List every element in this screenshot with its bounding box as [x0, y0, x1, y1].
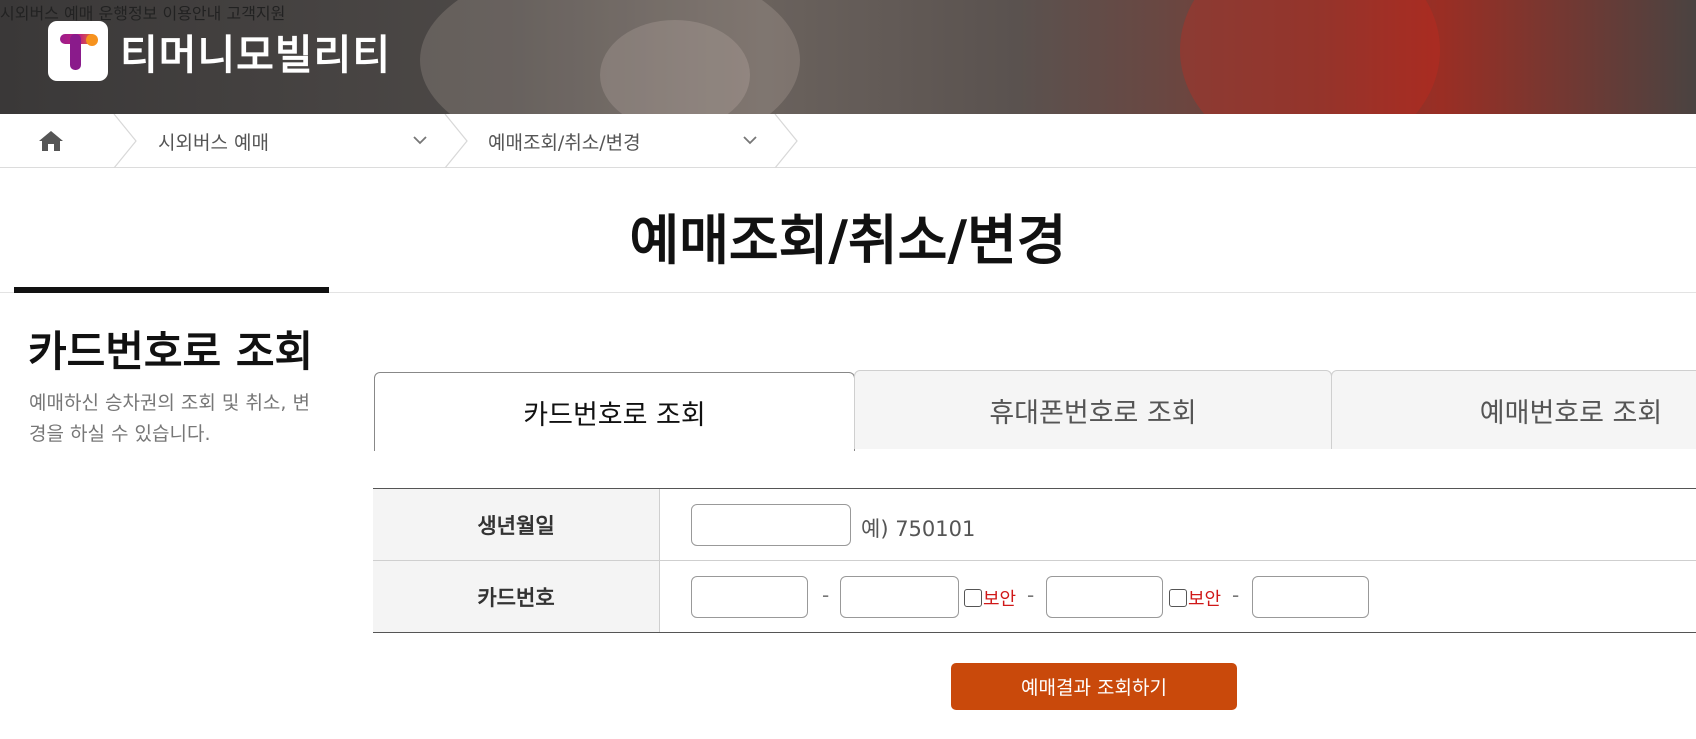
form-row-card: 카드번호 - 보안 - 보안 -	[373, 561, 1696, 633]
home-icon[interactable]	[38, 130, 64, 152]
card-number-dash: -	[1232, 583, 1240, 607]
tab-phone-number[interactable]: 휴대폰번호로 조회	[854, 370, 1332, 449]
security-checkbox[interactable]	[964, 589, 982, 607]
breadcrumb-label: 예매조회/취소/변경	[488, 131, 641, 154]
inquiry-form: 생년월일 예) 750101 카드번호 - 보안 - 보안 -	[373, 488, 1696, 633]
birth-label: 생년월일	[373, 489, 660, 560]
breadcrumb-separator-icon	[774, 114, 798, 168]
tab-label: 휴대폰번호로 조회	[989, 397, 1197, 429]
header-background-blur	[1180, 0, 1440, 114]
tab-card-number[interactable]: 카드번호로 조회	[374, 372, 855, 451]
card-number-part4-input[interactable]	[1252, 576, 1369, 618]
card-number-part2-input[interactable]	[840, 576, 959, 618]
site-logo[interactable]: 티머니모빌리티	[48, 21, 391, 81]
breadcrumb-item-intercity-bus[interactable]: 시외버스 예매	[158, 114, 269, 168]
tab-label: 카드번호로 조회	[523, 399, 706, 431]
section-title: 카드번호로 조회	[28, 327, 314, 376]
card-number-dash: -	[1027, 583, 1035, 607]
section-indicator-bar	[14, 287, 329, 293]
card-number-dash: -	[822, 583, 830, 607]
chevron-down-icon[interactable]	[743, 133, 757, 147]
security-label: 보안	[1188, 589, 1222, 610]
security-checkbox[interactable]	[1169, 589, 1187, 607]
card-number-label: 카드번호	[373, 561, 660, 632]
form-row-birth: 생년월일 예) 750101	[373, 489, 1696, 561]
breadcrumb-label: 시외버스 예매	[158, 131, 269, 154]
breadcrumb-item-booking-inquiry[interactable]: 예매조회/취소/변경	[488, 114, 641, 168]
card-number-part1-input[interactable]	[691, 576, 808, 618]
birth-date-hint: 예) 750101	[861, 517, 976, 541]
card-number-part3-input[interactable]	[1046, 576, 1163, 618]
breadcrumb-separator-icon	[113, 114, 137, 168]
section-description: 예매하신 승차권의 조회 및 취소, 변경을 하실 수 있습니다.	[29, 392, 310, 445]
site-header: 티머니모빌리티 시외버스 예매 운행정보 이용안내 고객지원	[0, 0, 1696, 114]
search-result-button[interactable]: 예매결과 조회하기	[951, 663, 1237, 710]
breadcrumb-separator-icon	[444, 114, 468, 168]
security-label: 보안	[983, 589, 1017, 610]
chevron-down-icon[interactable]	[413, 133, 427, 147]
breadcrumb: 시외버스 예매 예매조회/취소/변경	[0, 114, 1696, 168]
tab-label: 예매번호로 조회	[1479, 397, 1663, 429]
birth-date-input[interactable]	[691, 504, 851, 546]
tmoney-logo-icon	[48, 21, 108, 81]
logo-text: 티머니모빌리티	[120, 31, 392, 79]
page-title: 예매조회/취소/변경	[629, 209, 1067, 272]
tab-booking-number[interactable]: 예매번호로 조회	[1331, 370, 1696, 449]
